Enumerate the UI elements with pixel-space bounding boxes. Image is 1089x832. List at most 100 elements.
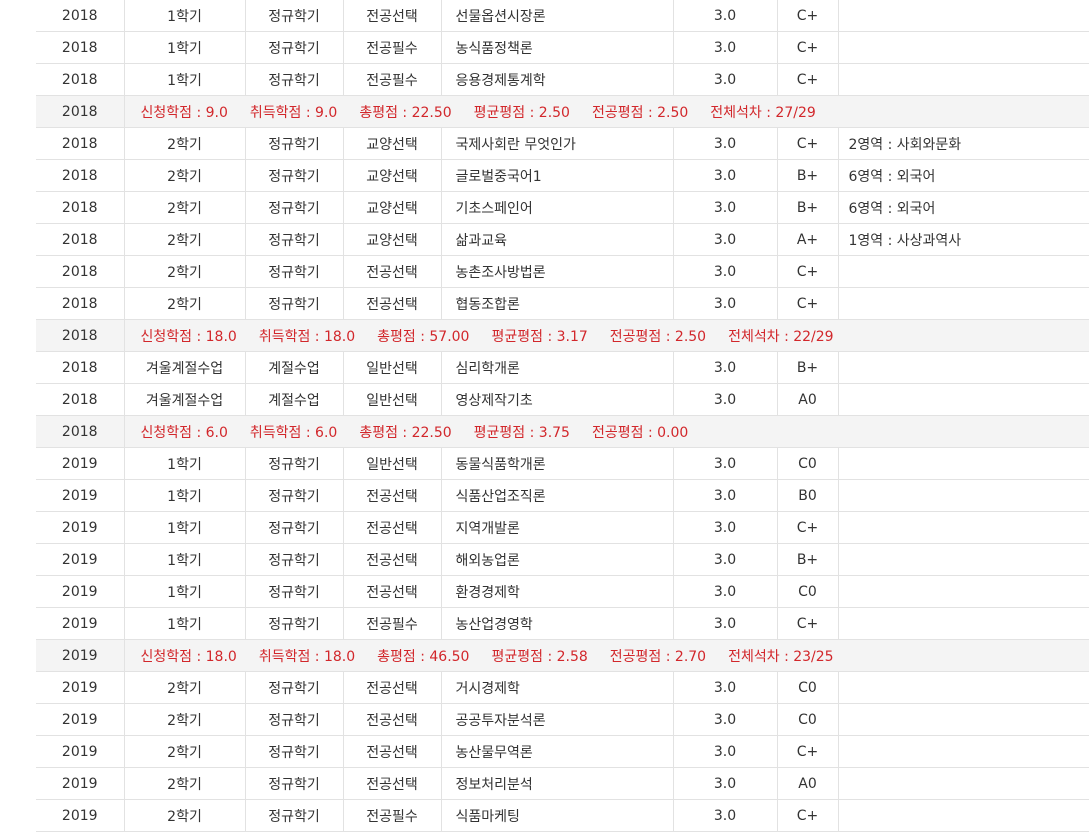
course-row: 2019 2학기 정규학기 전공선택 정보처리분석 3.0 A0 — [36, 767, 1089, 800]
summary-stat: 신청학점 : 9.0 — [140, 104, 228, 121]
cell-category: 전공선택 — [343, 703, 442, 736]
course-row: 2018 2학기 정규학기 교양선택 국제사회란 무엇인가 3.0 C+ 2영역 : 사회와문… — [36, 127, 1089, 160]
summary-stat: 총평점 : 22.50 — [359, 104, 452, 121]
grade-table: 2018 1학기 정규학기 전공선택 선물옵션시장론 3.0 C+ 2018 1학기 정규학기 전공… — [36, 0, 1089, 832]
cell-term-type: 정규학기 — [245, 287, 344, 320]
cell-semester: 2학기 — [124, 671, 246, 704]
cell-note — [838, 575, 1089, 608]
cell-year: 2018 — [36, 191, 125, 224]
cell-category: 교양선택 — [343, 191, 442, 224]
cell-semester: 2학기 — [124, 287, 246, 320]
cell-category: 교양선택 — [343, 127, 442, 160]
cell-grade: A0 — [777, 767, 839, 800]
cell-term-type: 정규학기 — [245, 575, 344, 608]
cell-year: 2019 — [36, 479, 125, 512]
cell-category: 전공선택 — [343, 0, 442, 32]
cell-note: 6영역 : 외국어 — [838, 159, 1089, 192]
cell-credits: 3.0 — [673, 671, 778, 704]
cell-note: 2영역 : 사회와문화 — [838, 127, 1089, 160]
cell-year: 2018 — [36, 63, 125, 96]
summary-year: 2019 — [36, 639, 125, 672]
cell-term-type: 정규학기 — [245, 479, 344, 512]
course-row: 2019 2학기 정규학기 전공선택 거시경제학 3.0 C0 — [36, 671, 1089, 704]
summary-stat: 평균평점 : 3.75 — [473, 424, 570, 441]
cell-note — [838, 735, 1089, 768]
cell-term-type: 정규학기 — [245, 31, 344, 64]
cell-course-name: 농촌조사방법론 — [441, 255, 674, 288]
cell-term-type: 정규학기 — [245, 127, 344, 160]
cell-year: 2018 — [36, 351, 125, 384]
cell-note: 6영역 : 외국어 — [838, 191, 1089, 224]
summary-stat: 취득학점 : 9.0 — [249, 104, 338, 121]
cell-semester: 겨울계절수업 — [124, 351, 246, 384]
summary-stat: 평균평점 : 2.58 — [491, 648, 588, 665]
cell-grade: A+ — [777, 223, 839, 256]
summary-stat: 전체석차 : 23/25 — [728, 648, 834, 665]
cell-grade: C+ — [777, 127, 839, 160]
cell-note — [838, 479, 1089, 512]
cell-note — [838, 511, 1089, 544]
summary-stat: 전공평점 : 0.00 — [591, 424, 689, 441]
cell-course-name: 심리학개론 — [441, 351, 674, 384]
course-row: 2018 2학기 정규학기 교양선택 삶과교육 3.0 A+ 1영역 : 사상과역사 — [36, 223, 1089, 256]
cell-term-type: 정규학기 — [245, 511, 344, 544]
grade-table-body: 2018 1학기 정규학기 전공선택 선물옵션시장론 3.0 C+ 2018 1학기 정규학기 전공… — [36, 0, 1089, 832]
cell-note — [838, 0, 1089, 32]
course-row: 2018 겨울계절수업 계절수업 일반선택 영상제작기초 3.0 A0 — [36, 383, 1089, 416]
summary-stat: 신청학점 : 6.0 — [140, 424, 228, 441]
cell-course-name: 삶과교육 — [441, 223, 674, 256]
cell-note — [838, 671, 1089, 704]
summary-year: 2018 — [36, 319, 125, 352]
cell-semester: 1학기 — [124, 0, 246, 32]
cell-category: 일반선택 — [343, 383, 442, 416]
cell-course-name: 공공투자분석론 — [441, 703, 674, 736]
cell-category: 일반선택 — [343, 351, 442, 384]
cell-year: 2018 — [36, 287, 125, 320]
cell-year: 2019 — [36, 671, 125, 704]
cell-grade: C+ — [777, 63, 839, 96]
cell-category: 전공선택 — [343, 479, 442, 512]
summary-year: 2018 — [36, 415, 125, 448]
cell-course-name: 환경경제학 — [441, 575, 674, 608]
cell-credits: 3.0 — [673, 703, 778, 736]
course-row: 2019 2학기 정규학기 전공선택 농산물무역론 3.0 C+ — [36, 735, 1089, 768]
cell-course-name: 선물옵션시장론 — [441, 0, 674, 32]
summary-stat: 전공평점 : 2.50 — [609, 328, 707, 345]
cell-category: 전공선택 — [343, 767, 442, 800]
cell-year: 2019 — [36, 447, 125, 480]
cell-course-name: 국제사회란 무엇인가 — [441, 127, 674, 160]
cell-semester: 2학기 — [124, 191, 246, 224]
cell-note — [838, 255, 1089, 288]
cell-course-name: 농산물무역론 — [441, 735, 674, 768]
summary-stat: 취득학점 : 18.0 — [258, 648, 356, 665]
cell-semester: 1학기 — [124, 447, 246, 480]
cell-course-name: 영상제작기초 — [441, 383, 674, 416]
cell-credits: 3.0 — [673, 735, 778, 768]
cell-term-type: 정규학기 — [245, 735, 344, 768]
cell-grade: B+ — [777, 543, 839, 576]
summary-stat: 평균평점 : 2.50 — [473, 104, 570, 121]
summary-stat: 전공평점 : 2.70 — [609, 648, 707, 665]
cell-note — [838, 31, 1089, 64]
cell-grade: B+ — [777, 159, 839, 192]
semester-summary-row: 2018 신청학점 : 18.0 취득학점 : 18.0 총평점 : 57.00 평균평… — [36, 319, 1089, 352]
cell-note — [838, 703, 1089, 736]
cell-year: 2019 — [36, 543, 125, 576]
cell-note — [838, 63, 1089, 96]
cell-note — [838, 447, 1089, 480]
cell-note — [838, 607, 1089, 640]
cell-category: 전공선택 — [343, 543, 442, 576]
cell-credits: 3.0 — [673, 383, 778, 416]
cell-grade: C+ — [777, 735, 839, 768]
cell-credits: 3.0 — [673, 191, 778, 224]
cell-semester: 겨울계절수업 — [124, 383, 246, 416]
cell-grade: C0 — [777, 575, 839, 608]
course-row: 2018 2학기 정규학기 전공선택 협동조합론 3.0 C+ — [36, 287, 1089, 320]
course-row: 2018 2학기 정규학기 교양선택 글로벌중국어1 3.0 B+ 6영역 : 외국어 — [36, 159, 1089, 192]
cell-semester: 1학기 — [124, 575, 246, 608]
cell-year: 2018 — [36, 255, 125, 288]
cell-category: 전공필수 — [343, 63, 442, 96]
summary-stat: 총평점 : 57.00 — [377, 328, 470, 345]
cell-semester: 1학기 — [124, 543, 246, 576]
summary-stat: 취득학점 : 6.0 — [249, 424, 338, 441]
